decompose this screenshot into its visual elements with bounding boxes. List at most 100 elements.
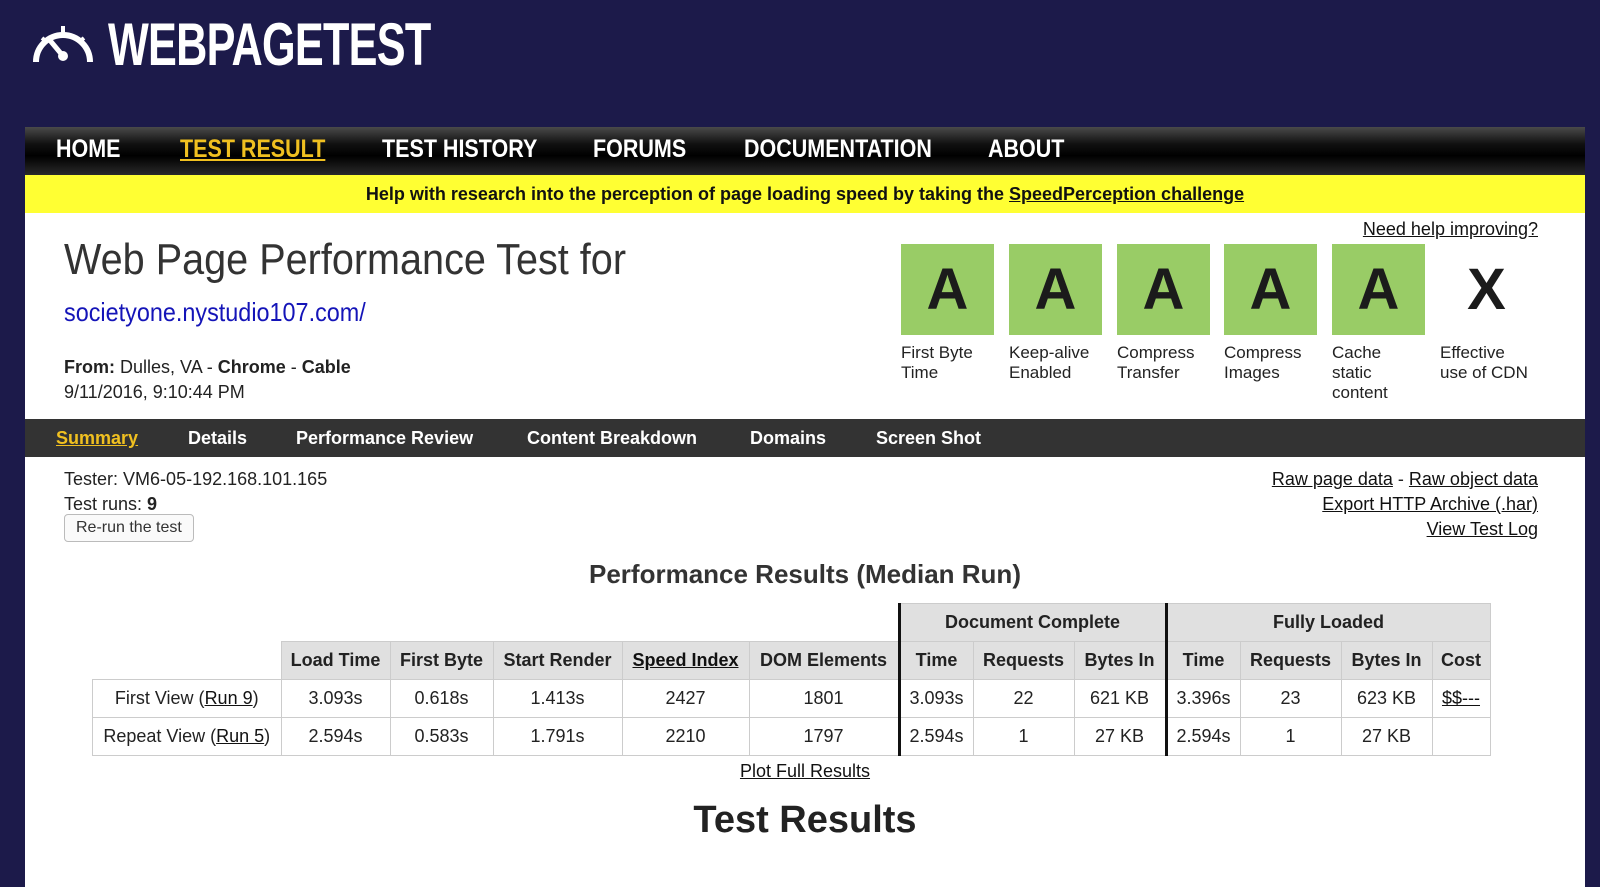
grade-box: A — [901, 244, 994, 335]
table-cell: 2.594s — [280, 717, 391, 756]
table-cell: 1.791s — [492, 717, 623, 756]
col-first-byte: First Byte — [389, 641, 494, 680]
export-har-link[interactable]: Export HTTP Archive (.har) — [1322, 494, 1538, 514]
nav-home[interactable]: HOME — [56, 135, 121, 164]
raw-page-data-link[interactable]: Raw page data — [1272, 469, 1393, 489]
grade-label: Compress Images — [1224, 343, 1302, 382]
fully-loaded-header: Fully Loaded — [1164, 603, 1491, 642]
run-9-link[interactable]: Run 9 — [205, 688, 253, 708]
tester-label: Tester: — [64, 469, 119, 489]
speedperception-link[interactable]: SpeedPerception challenge — [1009, 184, 1244, 204]
table-cell: 1.413s — [492, 679, 623, 718]
table-row-repeat-view: Repeat View (Run 5) 2.594s 0.583s 1.791s… — [92, 717, 1491, 756]
brand-text: WEBPAGETEST — [108, 10, 431, 78]
from-label: From: — [64, 357, 115, 377]
tab-content-breakdown[interactable]: Content Breakdown — [527, 428, 697, 449]
browser: Chrome — [217, 357, 286, 377]
col-doc-requests: Requests — [972, 641, 1075, 680]
separator: - — [285, 357, 302, 377]
col-load-time: Load Time — [280, 641, 391, 680]
grade-cdn[interactable]: X Effective use of CDN — [1440, 244, 1533, 383]
nav-about[interactable]: ABOUT — [988, 135, 1064, 164]
nav-documentation[interactable]: DOCUMENTATION — [744, 135, 932, 164]
performance-results-title: Performance Results (Median Run) — [589, 559, 1021, 589]
nav-forums[interactable]: FORUMS — [593, 135, 686, 164]
row-label: First View (Run 9) — [92, 679, 282, 718]
run-5-link[interactable]: Run 5 — [216, 726, 264, 746]
col-speed-index[interactable]: Speed Index — [621, 641, 750, 680]
col-doc-bytes: Bytes In — [1073, 641, 1167, 680]
table-cell: 1 — [972, 717, 1075, 756]
tab-performance-review[interactable]: Performance Review — [296, 428, 473, 449]
table-row-first-view: First View (Run 9) 3.093s 0.618s 1.413s … — [92, 679, 1491, 718]
nav-test-history[interactable]: TEST HISTORY — [382, 135, 537, 164]
speed-index-link[interactable]: Speed Index — [632, 650, 738, 670]
row-label-text: Repeat View ( — [103, 726, 217, 746]
grade-first-byte[interactable]: A First Byte Time — [901, 244, 994, 383]
table-cell — [1431, 717, 1491, 756]
table-cell: 2.594s — [897, 717, 974, 756]
table-cell: 23 — [1239, 679, 1342, 718]
tab-screen-shot[interactable]: Screen Shot — [876, 428, 981, 449]
blank-header — [93, 604, 900, 642]
col-full-time: Time — [1164, 641, 1241, 680]
cost-cell[interactable]: $$--- — [1431, 679, 1491, 718]
grade-cache-static[interactable]: A Cache static content — [1332, 244, 1425, 403]
grade-box: A — [1332, 244, 1425, 335]
tab-domains[interactable]: Domains — [750, 428, 826, 449]
nav-test-result[interactable]: TEST RESULT — [180, 135, 325, 164]
table-cell: 1801 — [748, 679, 900, 718]
col-cost: Cost — [1431, 641, 1491, 680]
row-label-text: First View ( — [114, 688, 205, 708]
need-help-link[interactable]: Need help improving? — [1363, 219, 1538, 240]
tab-summary[interactable]: Summary — [56, 428, 138, 449]
table-cell: 27 KB — [1073, 717, 1167, 756]
table-cell: 2210 — [621, 717, 750, 756]
col-start-render: Start Render — [492, 641, 623, 680]
row-label: Repeat View (Run 5) — [92, 717, 282, 756]
grade-box: A — [1117, 244, 1210, 335]
plot-full-results-link[interactable]: Plot Full Results — [740, 761, 870, 781]
banner-text: Help with research into the perception o… — [365, 184, 1010, 204]
result-tabs: Summary Details Performance Review Conte… — [25, 419, 1585, 457]
connection: Cable — [301, 357, 351, 377]
table-cell: 1 — [1239, 717, 1342, 756]
grade-compress-images[interactable]: A Compress Images — [1224, 244, 1317, 383]
column-header-row: Load Time First Byte Start Render Speed … — [93, 641, 1491, 680]
table-cell: 621 KB — [1073, 679, 1167, 718]
table-cell: 3.093s — [280, 679, 391, 718]
tested-url-link[interactable]: societyone.nystudio107.com/ — [64, 297, 366, 328]
grade-label: First Byte Time — [901, 343, 973, 382]
rerun-test-button[interactable]: Re-run the test — [64, 514, 194, 542]
row-label-suffix: ) — [252, 688, 259, 708]
grade-keep-alive[interactable]: A Keep-alive Enabled — [1009, 244, 1102, 383]
grade-compress-transfer[interactable]: A Compress Transfer — [1117, 244, 1210, 383]
test-datetime: 9/11/2016, 9:10:44 PM — [64, 382, 245, 402]
top-navigation: HOME TEST RESULT TEST HISTORY FORUMS DOC… — [25, 127, 1585, 175]
main-panel: HOME TEST RESULT TEST HISTORY FORUMS DOC… — [25, 127, 1585, 887]
grade-label: Effective use of CDN — [1440, 343, 1528, 382]
raw-data-links: Raw page data - Raw object data Export H… — [1272, 467, 1538, 542]
view-test-log-link[interactable]: View Test Log — [1427, 519, 1538, 539]
grade-box: A — [1224, 244, 1317, 335]
grade-label: Keep-alive Enabled — [1009, 343, 1090, 382]
table-cell: 22 — [972, 679, 1075, 718]
announcement-banner: Help with research into the perception o… — [25, 175, 1585, 213]
speedometer-icon — [33, 26, 93, 63]
grade-label: Cache static content — [1332, 343, 1388, 402]
test-results-heading: Test Results — [693, 799, 917, 841]
brand-logo[interactable]: WEBPAGETEST — [28, 11, 556, 78]
tester-value: VM6-05-192.168.101.165 — [123, 469, 328, 489]
cost-link[interactable]: $$--- — [1442, 688, 1480, 708]
runs-label: Test runs: — [64, 494, 143, 514]
raw-object-data-link[interactable]: Raw object data — [1409, 469, 1538, 489]
page-title: Web Page Performance Test for — [64, 235, 627, 284]
col-dom-elements: DOM Elements — [748, 641, 900, 680]
tab-details[interactable]: Details — [188, 428, 247, 449]
grade-box: A — [1009, 244, 1102, 335]
table-cell: 2.594s — [1164, 717, 1241, 756]
row-label-suffix: ) — [264, 726, 271, 746]
performance-table: Document Complete Fully Loaded Load Time… — [92, 603, 1491, 756]
table-cell: 3.093s — [897, 679, 974, 718]
col-full-bytes: Bytes In — [1340, 641, 1433, 680]
